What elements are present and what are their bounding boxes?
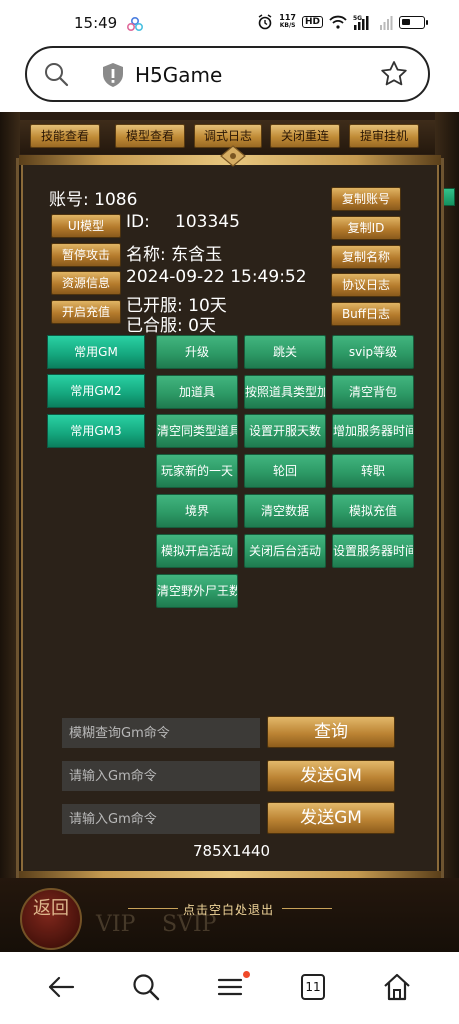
copy-id-button[interactable]: 复制ID — [331, 216, 401, 240]
review-idle-button[interactable]: 提审挂机 — [349, 124, 419, 148]
gm-level-up-button[interactable]: 升级 — [156, 335, 238, 369]
hd-badge: HD — [301, 16, 323, 28]
pause-attack-button[interactable]: 暂停攻击 — [51, 243, 121, 267]
close-reconnect-button[interactable]: 关闭重连 — [270, 124, 340, 148]
tab-common-gm2[interactable]: 常用GM2 — [47, 374, 145, 408]
network-speed: 117 KB/S — [279, 13, 296, 30]
enable-recharge-button[interactable]: 开启充值 — [51, 300, 121, 324]
bookmark-star-icon[interactable] — [380, 60, 408, 88]
gm-change-class-button[interactable]: 转职 — [332, 454, 414, 488]
gm-new-day-button[interactable]: 玩家新的一天 — [156, 454, 238, 488]
back-arrow-icon[interactable] — [46, 972, 76, 1002]
id-label: ID: — [126, 212, 150, 232]
gm-clear-bag-button[interactable]: 清空背包 — [332, 375, 414, 409]
copy-account-button[interactable]: 复制账号 — [331, 187, 401, 211]
status-bar: 15:49 117 KB/S HD 5G — [0, 0, 459, 44]
account-line: 账号: 1086 — [49, 190, 138, 210]
gm-command-input-1[interactable] — [62, 761, 260, 791]
browser-bottom-nav: 11 — [0, 952, 459, 1024]
resolution-label: 785X1440 — [193, 842, 271, 860]
name-line: 名称: 东含玉 — [126, 245, 223, 265]
protocol-log-button[interactable]: 协议日志 — [331, 273, 401, 297]
gm-skip-stage-button[interactable]: 跳关 — [244, 335, 326, 369]
model-view-button[interactable]: 模型查看 — [115, 124, 185, 148]
gm-clear-same-type-button[interactable]: 清空同类型道具 — [156, 414, 238, 448]
menu-icon[interactable] — [215, 972, 245, 1002]
tab-common-gm[interactable]: 常用GM — [47, 335, 145, 369]
tab-switcher-button[interactable]: 11 — [301, 974, 325, 1000]
gm-mock-open-activity-button[interactable]: 模拟开启活动 — [156, 534, 238, 568]
signal-icon: 5G — [353, 15, 369, 30]
buff-log-button[interactable]: Buff日志 — [331, 302, 401, 326]
gm-clear-data-button[interactable]: 清空数据 — [244, 494, 326, 528]
shield-icon[interactable] — [101, 62, 125, 88]
search-icon[interactable] — [43, 61, 69, 87]
merge-days: 已合服: 0天 — [126, 316, 216, 336]
gm-set-open-days-button[interactable]: 设置开服天数 — [244, 414, 326, 448]
home-icon[interactable] — [382, 972, 412, 1002]
gm-reincarnation-button[interactable]: 轮回 — [244, 454, 326, 488]
gm-mock-recharge-button[interactable]: 模拟充值 — [332, 494, 414, 528]
notification-dot — [243, 971, 250, 978]
gm-close-activity-button[interactable]: 关闭后台活动 — [244, 534, 326, 568]
signal-2-icon — [380, 16, 393, 30]
copy-name-button[interactable]: 复制名称 — [331, 245, 401, 269]
gm-search-input[interactable] — [62, 718, 260, 748]
id-value: 103345 — [175, 212, 240, 232]
send-gm-button-2[interactable]: 发送GM — [267, 802, 395, 834]
gm-add-server-time-button[interactable]: 增加服务器时间 — [332, 414, 414, 448]
search-icon[interactable] — [131, 972, 161, 1002]
exit-hint-divider-right — [282, 908, 332, 909]
app-notification-icon — [127, 17, 143, 31]
vip-ghost-label: VIP — [96, 912, 136, 937]
panel-ornament-icon — [220, 145, 246, 167]
gm-add-item-button[interactable]: 加道具 — [156, 375, 238, 409]
return-button[interactable]: 返回 — [20, 888, 82, 950]
datetime: 2024-09-22 15:49:52 — [126, 267, 307, 287]
skill-view-button[interactable]: 技能查看 — [30, 124, 100, 148]
clock: 15:49 — [74, 14, 118, 32]
exit-hint-divider-left — [128, 908, 178, 909]
gm-add-by-type-button[interactable]: 按照道具类型加 — [244, 375, 326, 409]
send-gm-button-1[interactable]: 发送GM — [267, 760, 395, 792]
alarm-icon — [258, 14, 272, 30]
page-title: H5Game — [135, 63, 223, 87]
query-button[interactable]: 查询 — [267, 716, 395, 748]
gm-command-input-2[interactable] — [62, 804, 260, 834]
wifi-icon — [329, 15, 347, 29]
tab-common-gm3[interactable]: 常用GM3 — [47, 414, 145, 448]
gm-set-server-time-button[interactable]: 设置服务器时间 — [332, 534, 414, 568]
battery-icon — [399, 15, 428, 29]
ui-model-button[interactable]: UI模型 — [51, 214, 121, 238]
gm-realm-button[interactable]: 境界 — [156, 494, 238, 528]
address-bar[interactable]: H5Game — [25, 46, 430, 102]
gm-svip-level-button[interactable]: svip等级 — [332, 335, 414, 369]
gm-clear-field-boss-button[interactable]: 清空野外尸王数 — [156, 574, 238, 608]
game-viewport[interactable]: 技能查看 模型查看 调式日志 关闭重连 提审挂机 GM 账号: 1086 ID:… — [0, 112, 459, 952]
signal-label: 5G — [353, 15, 362, 22]
resource-info-button[interactable]: 资源信息 — [51, 271, 121, 295]
gm-panel: 账号: 1086 ID: 103345 名称: 东含玉 2024-09-22 1… — [16, 145, 444, 881]
exit-hint[interactable]: 点击空白处退出 — [183, 901, 274, 918]
